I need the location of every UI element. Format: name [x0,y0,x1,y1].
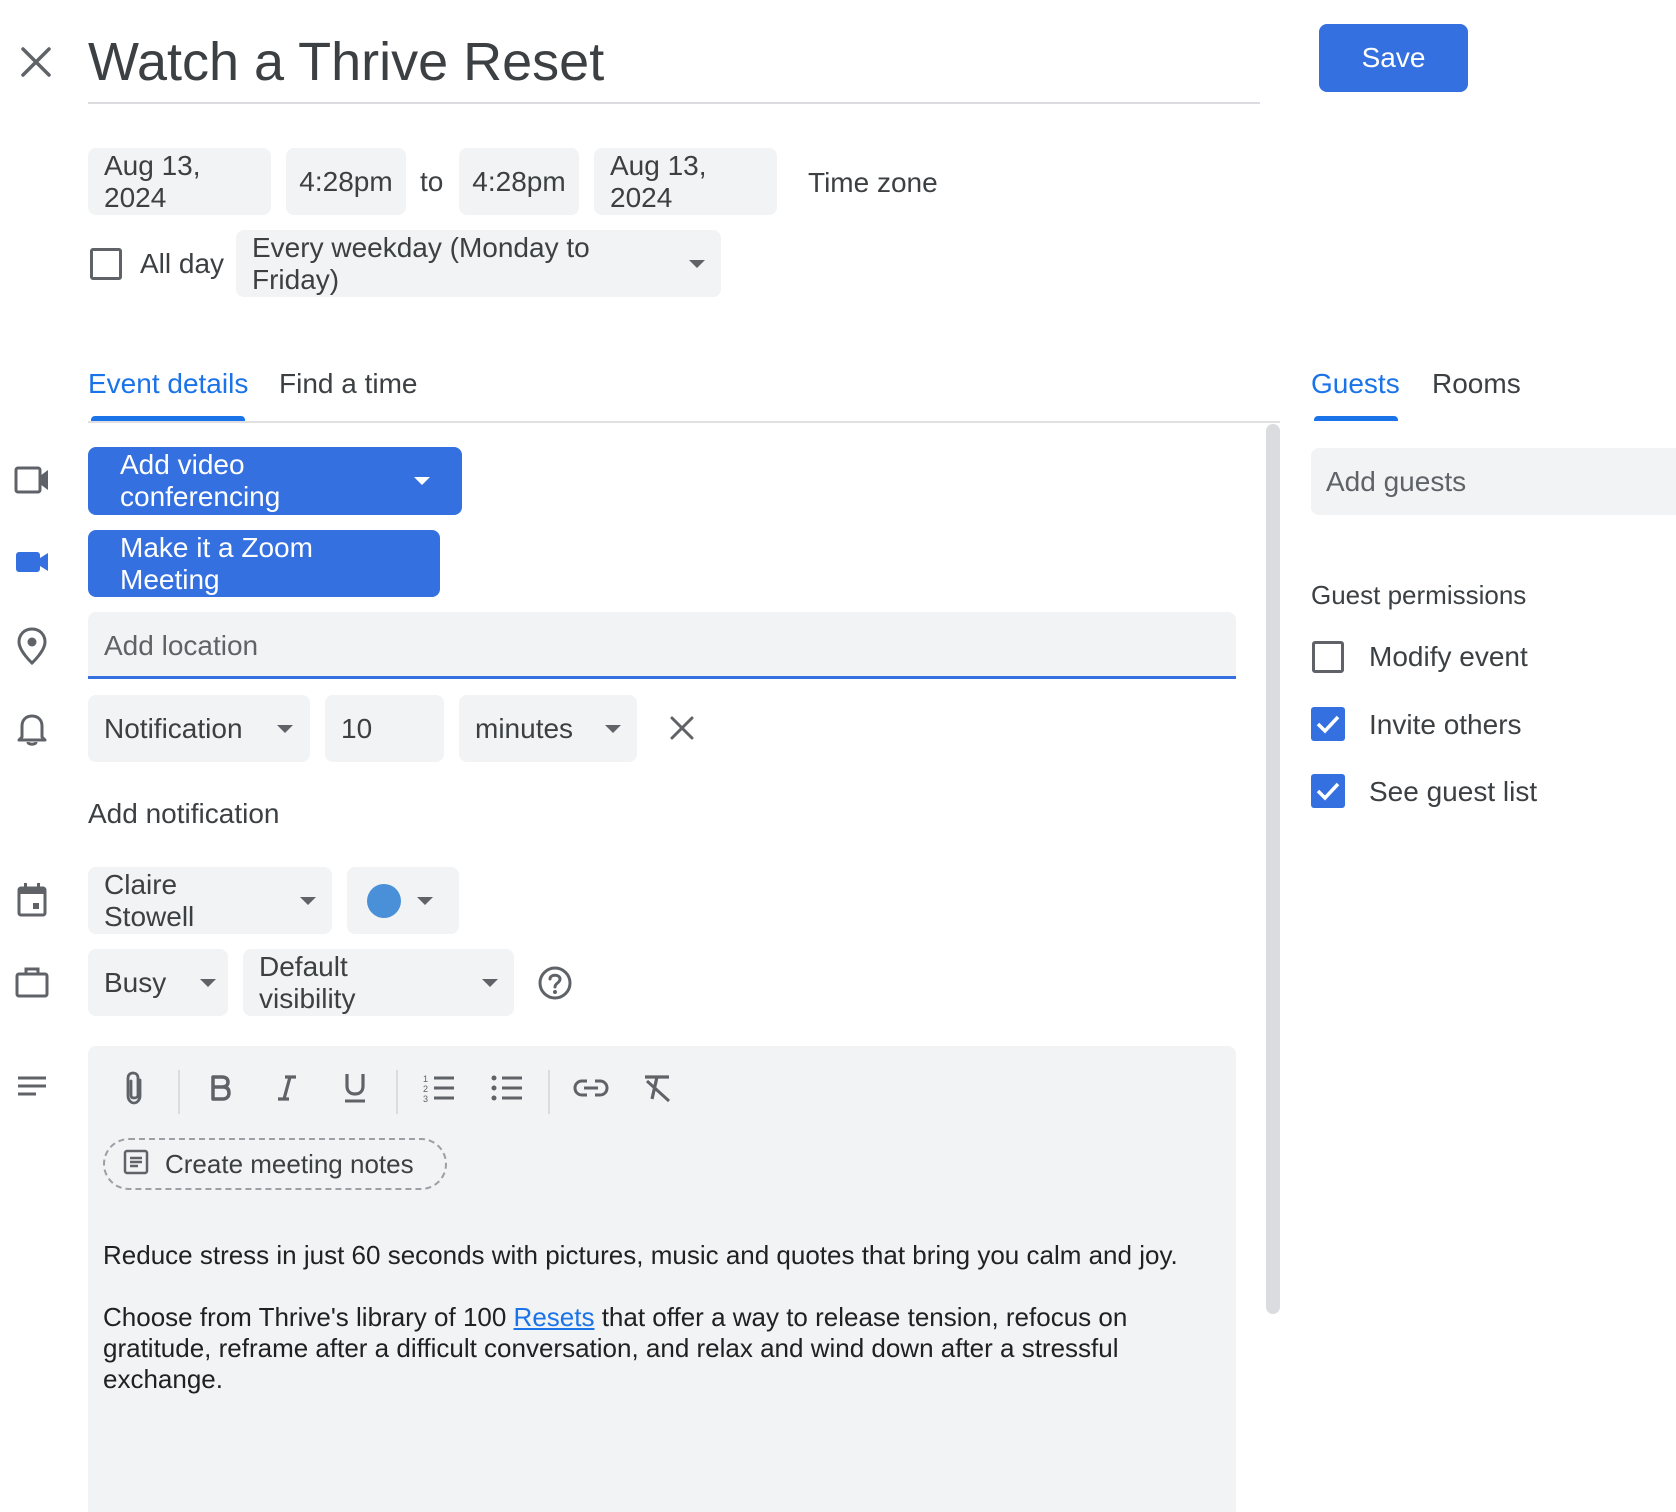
chevron-down-icon [417,896,433,905]
notification-value-input[interactable]: 10 [325,695,444,762]
end-time-button[interactable]: 4:28pm [459,148,579,215]
invite-others-checkbox[interactable] [1311,707,1345,741]
numbered-list-icon[interactable]: 123 [414,1060,464,1116]
svg-text:2: 2 [423,1084,428,1094]
bold-icon[interactable] [196,1060,246,1116]
notification-type-dropdown[interactable]: Notification [88,695,310,762]
notification-unit-dropdown[interactable]: minutes [459,695,637,762]
start-time-button[interactable]: 4:28pm [286,148,406,215]
bulleted-list-icon[interactable] [482,1060,532,1116]
scrollbar-thumb[interactable] [1266,424,1280,1314]
toolbar-separator [396,1070,398,1114]
see-guest-list-label: See guest list [1369,776,1538,807]
location-input[interactable]: Add location [88,612,1236,679]
remove-notification-icon[interactable] [668,714,696,747]
chevron-down-icon [605,724,622,733]
video-camera-icon [14,464,50,501]
italic-icon[interactable] [262,1060,312,1116]
svg-text:1: 1 [423,1074,428,1084]
calendar-owner-dropdown[interactable]: Claire Stowell [88,867,332,934]
resets-link[interactable]: Resets [514,1302,595,1332]
notes-icon [123,1149,149,1180]
close-icon[interactable] [18,44,54,80]
save-button[interactable]: Save [1319,24,1468,92]
availability-dropdown[interactable]: Busy [88,949,228,1016]
chevron-down-icon [482,978,498,987]
to-label: to [420,166,444,197]
chevron-down-icon [414,477,430,485]
modify-event-label: Modify event [1369,641,1528,672]
bell-icon [16,710,48,751]
checkmark-icon [1316,715,1340,734]
description-text[interactable]: Reduce stress in just 60 seconds with pi… [103,1240,1213,1395]
visibility-dropdown[interactable]: Default visibility [243,949,514,1016]
start-date-button[interactable]: Aug 13, 2024 [88,148,271,215]
help-icon[interactable] [537,965,573,1006]
zoom-meeting-button[interactable]: Make it a Zoom Meeting [88,530,440,597]
add-notification-link[interactable]: Add notification [88,798,279,830]
add-guests-input[interactable]: Add guests [1311,448,1676,515]
timezone-button[interactable]: Time zone [808,167,938,199]
tabs-divider [88,421,1280,423]
attachment-icon[interactable] [110,1060,160,1116]
recurrence-dropdown[interactable]: Every weekday (Monday to Friday) [236,230,721,297]
tab-event-details[interactable]: Event details [88,368,248,400]
all-day-label: All day [140,248,225,279]
link-icon[interactable] [566,1060,616,1116]
tab-rooms[interactable]: Rooms [1432,368,1521,400]
chevron-down-icon [276,724,293,733]
guest-permissions-title: Guest permissions [1311,580,1527,610]
calendar-icon [16,882,48,923]
invite-others-label: Invite others [1369,709,1522,740]
description-paragraph: Choose from Thrive's library of 100 Rese… [103,1302,1128,1394]
chevron-down-icon [300,896,316,905]
color-dot [367,883,401,918]
tab-find-a-time[interactable]: Find a time [279,368,418,400]
see-guest-list-checkbox[interactable] [1311,774,1345,808]
checkmark-icon [1316,782,1340,801]
modify-event-checkbox[interactable] [1312,641,1344,673]
all-day-checkbox[interactable] [90,248,122,280]
tab-guests[interactable]: Guests [1311,368,1400,400]
chevron-down-icon [200,978,217,987]
add-video-conferencing-button[interactable]: Add video conferencing [88,447,462,515]
svg-text:3: 3 [423,1094,428,1103]
page-title: Watch a Thrive Reset [88,32,605,92]
toolbar-separator [178,1070,180,1114]
location-placeholder: Add location [104,630,259,661]
clear-formatting-icon[interactable] [632,1060,682,1116]
add-guests-placeholder: Add guests [1326,466,1467,497]
description-paragraph: Reduce stress in just 60 seconds with pi… [103,1240,1178,1270]
location-pin-icon [16,626,48,671]
briefcase-icon [14,964,50,1005]
description-icon [16,1074,48,1107]
chevron-down-icon [689,259,705,268]
underline-icon[interactable] [330,1060,380,1116]
end-date-button[interactable]: Aug 13, 2024 [594,148,777,215]
title-input[interactable]: Watch a Thrive Reset [88,22,1260,104]
guests-tab-indicator [1314,416,1398,421]
zoom-icon [14,546,50,583]
event-color-dropdown[interactable] [347,867,459,934]
toolbar-separator [548,1070,550,1114]
create-meeting-notes-button[interactable]: Create meeting notes [103,1138,447,1190]
